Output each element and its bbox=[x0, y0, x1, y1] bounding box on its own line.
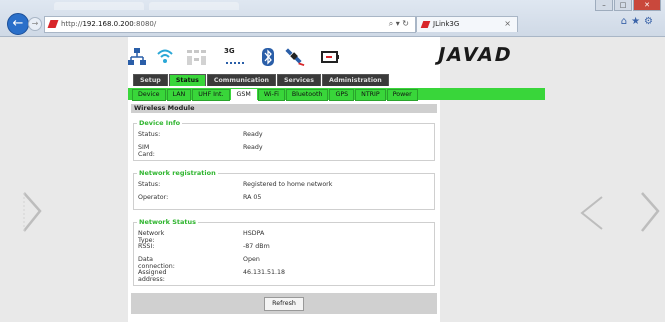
previous-page-arrow-icon[interactable] bbox=[18, 189, 46, 235]
javad-logo: JAVAD bbox=[435, 44, 515, 66]
tab-bluetooth[interactable]: Bluetooth bbox=[285, 89, 329, 101]
3g-label: 3G bbox=[224, 47, 235, 55]
tab-lan[interactable]: LAN bbox=[166, 89, 192, 101]
tab-gps[interactable]: GPS bbox=[329, 89, 355, 101]
main-tabs: Setup Status Communication Services Admi… bbox=[133, 74, 390, 86]
battery-icon[interactable] bbox=[320, 47, 340, 67]
field-value: Ready bbox=[243, 131, 263, 138]
minimize-button[interactable]: – bbox=[595, 0, 613, 11]
section-legend: Device Info bbox=[137, 119, 183, 127]
maximize-button[interactable]: □ bbox=[614, 0, 632, 11]
tab-power[interactable]: Power bbox=[386, 89, 418, 101]
panel-title: Wireless Module bbox=[131, 104, 437, 113]
active-browser-tab[interactable]: JLink3G × bbox=[416, 16, 518, 32]
search-refresh-icon[interactable]: ⌕ ▾ ↻ bbox=[389, 19, 409, 29]
background-tab[interactable] bbox=[149, 2, 239, 10]
site-favicon-icon bbox=[47, 20, 59, 28]
field-label: Status: bbox=[138, 131, 161, 138]
field-value: 46.131.51.18 bbox=[243, 269, 286, 276]
page-viewport: 3G JAVAD Setup Status Communication Serv… bbox=[0, 37, 665, 322]
tab-services[interactable]: Services bbox=[277, 74, 321, 86]
field-label: RSSI: bbox=[138, 243, 155, 250]
uhf-icon[interactable] bbox=[186, 47, 212, 67]
field-label: Data connection: bbox=[138, 256, 175, 270]
previous-arrow-icon[interactable] bbox=[576, 189, 606, 235]
window-controls: – □ ✕ bbox=[595, 0, 661, 11]
forward-button[interactable]: → bbox=[28, 17, 42, 31]
tab-ntrip[interactable]: NTRIP bbox=[355, 89, 386, 101]
tab-status[interactable]: Status bbox=[168, 74, 206, 86]
field-value: Registered to home network bbox=[243, 181, 333, 188]
close-window-button[interactable]: ✕ bbox=[633, 0, 661, 11]
field-value: RA 05 bbox=[243, 194, 262, 201]
back-button[interactable]: ← bbox=[7, 13, 29, 35]
section-legend: Network Status bbox=[137, 218, 198, 226]
tab-wifi[interactable]: Wi-Fi bbox=[257, 89, 285, 101]
tab-close-icon[interactable]: × bbox=[504, 19, 511, 28]
field-label: Assigned address: bbox=[138, 269, 167, 283]
address-bar[interactable]: http://192.168.0.200:8080/ ⌕ ▾ ↻ bbox=[44, 16, 416, 33]
wifi-icon[interactable] bbox=[156, 47, 174, 67]
bluetooth-icon[interactable] bbox=[262, 47, 274, 67]
network-icon[interactable] bbox=[128, 47, 146, 67]
field-label: Operator: bbox=[138, 194, 169, 201]
address-url: http://192.168.0.200:8080/ bbox=[61, 20, 157, 28]
tab-title: JLink3G bbox=[433, 20, 460, 28]
field-label: Network Type: bbox=[138, 230, 165, 244]
3g-signal-icon[interactable]: 3G bbox=[224, 47, 244, 67]
network-status-section: Network Status Network Type: HSDPA RSSI:… bbox=[133, 218, 435, 286]
next-page-arrow-icon[interactable] bbox=[636, 189, 664, 235]
signal-bars-icon bbox=[226, 62, 244, 64]
panel-footer: Refresh bbox=[131, 293, 437, 314]
tab-administration[interactable]: Administration bbox=[321, 74, 389, 86]
field-value: -87 dBm bbox=[243, 243, 270, 250]
tab-gsm[interactable]: GSM bbox=[230, 89, 257, 101]
background-tab[interactable] bbox=[54, 2, 144, 10]
tab-communication[interactable]: Communication bbox=[206, 74, 277, 86]
tab-device[interactable]: Device bbox=[132, 89, 166, 101]
refresh-button[interactable]: Refresh bbox=[264, 297, 304, 311]
device-info-section: Device Info Status: Ready SIM Card: Read… bbox=[133, 119, 435, 161]
sub-tabs-bar: Device LAN UHF Int. GSM Wi-Fi Bluetooth … bbox=[128, 88, 545, 101]
home-favorites-settings-icon[interactable]: ⌂★⚙ bbox=[621, 16, 657, 27]
field-value: HSDPA bbox=[243, 230, 265, 237]
tab-setup[interactable]: Setup bbox=[133, 74, 168, 86]
browser-chrome: – □ ✕ ← → http://192.168.0.200:8080/ ⌕ ▾… bbox=[0, 0, 665, 37]
field-label: Status: bbox=[138, 181, 161, 188]
field-label: SIM Card: bbox=[138, 144, 155, 158]
field-value: Ready bbox=[243, 144, 263, 151]
field-value: Open bbox=[243, 256, 260, 263]
satellite-icon[interactable] bbox=[283, 47, 307, 67]
section-legend: Network registration bbox=[137, 169, 218, 177]
tab-favicon-icon bbox=[420, 21, 431, 28]
network-registration-section: Network registration Status: Registered … bbox=[133, 169, 435, 210]
tab-uhf-int[interactable]: UHF Int. bbox=[192, 89, 230, 101]
tab-strip bbox=[44, 0, 604, 10]
